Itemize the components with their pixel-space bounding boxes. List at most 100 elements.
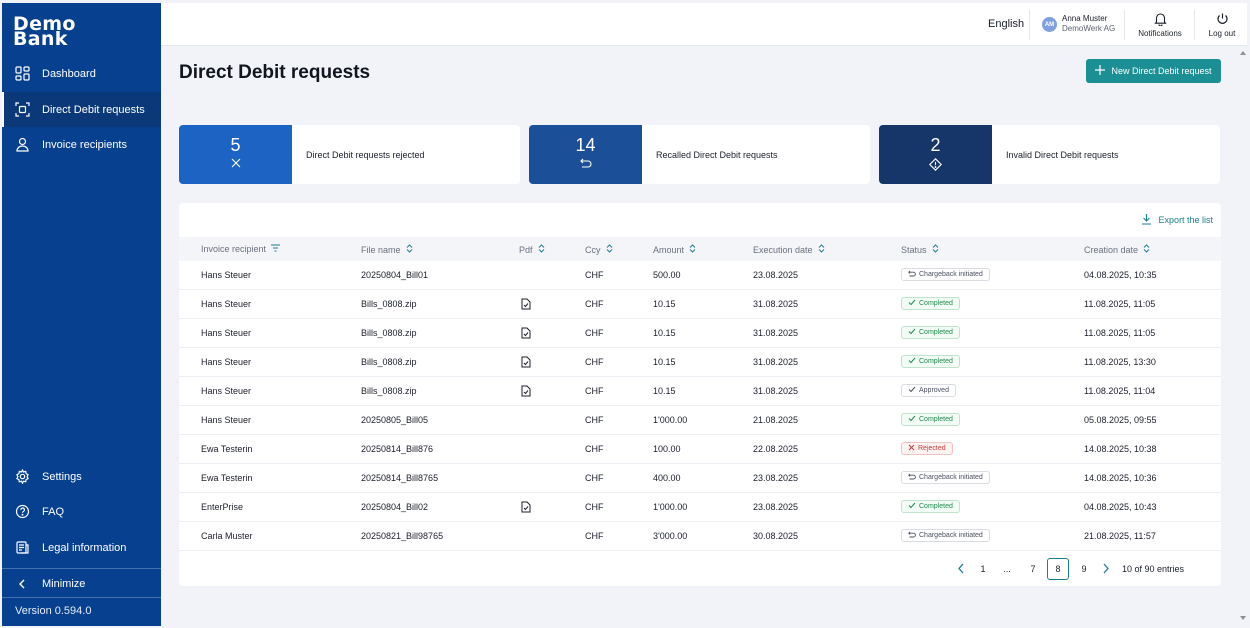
sidebar-item-faq[interactable]: FAQ [2,494,161,529]
cell-file-name: 20250804_Bill01 [361,270,429,280]
sort-icon[interactable] [1143,244,1150,255]
export-list-button[interactable]: Export the list [1141,213,1213,227]
sidebar-item-invoice-recipients[interactable]: Invoice recipients [2,127,161,162]
check-icon [908,328,916,337]
column-header-creation-date[interactable]: Creation date [1084,244,1150,255]
avatar[interactable]: AM [1042,17,1057,32]
chevron-right-icon [1102,563,1110,576]
new-direct-debit-request-button[interactable]: New Direct Debit request [1086,59,1221,83]
page-9-button[interactable]: 9 [1073,558,1095,580]
sidebar-item-dashboard[interactable]: Dashboard [2,56,161,91]
column-header-pdf[interactable]: Pdf [519,244,545,255]
status-label: Completed [919,329,953,336]
cell-invoice-recipient: Hans Steuer [201,299,252,309]
column-header-status[interactable]: Status [901,244,939,255]
check-icon [908,386,916,395]
cell-execution-date: 31.08.2025 [753,386,799,396]
person-icon [14,137,30,153]
scrollbar-arrows-icon [1240,51,1246,620]
sort-icon[interactable] [538,244,545,255]
table-row[interactable]: Hans Steuer 20250805_Bill05 CHF 1'000.00 21.… [179,406,1221,435]
new-button-label: New Direct Debit request [1111,66,1212,76]
stat-count-box: 5 [179,125,292,184]
status-label: Completed [919,503,953,510]
sidebar-item-legal-information[interactable]: Legal information [2,530,161,565]
filter-icon[interactable] [271,244,281,254]
top-bar: English AM Anna Muster DemoWerk AG Notif… [161,3,1247,46]
table-row[interactable]: Ewa Testerin 20250814_Bill8765 CHF 400.00 23… [179,464,1221,493]
page-7-button[interactable]: 7 [1022,558,1044,580]
status-label: Completed [919,358,953,365]
sort-icon[interactable] [406,244,413,255]
stat-count: 14 [575,135,596,155]
column-header-invoice-recipient[interactable]: Invoice recipient [201,244,281,254]
table-row[interactable]: Hans Steuer 20250804_Bill01 CHF 500.00 23.08… [179,261,1221,290]
cell-execution-date: 31.08.2025 [753,357,799,367]
cell-creation-date: 05.08.2025, 09:55 [1084,415,1157,425]
page-scrollbar[interactable] [1239,46,1247,626]
column-header-execution-date[interactable]: Execution date [753,244,825,255]
status-label: Chargeback initiated [919,474,983,481]
column-header-file-name[interactable]: File name [361,244,413,255]
cell-creation-date: 11.08.2025, 11:05 [1084,299,1156,309]
sidebar-item-label: Invoice recipients [42,138,127,151]
sort-icon[interactable] [606,244,613,255]
stat-card-rejected[interactable]: 5 Direct Debit requests rejected [179,125,520,184]
table-row[interactable]: Hans Steuer Bills_0808.zip CHF 10.15 31.08.2… [179,319,1221,348]
sidebar-item-settings[interactable]: Settings [2,459,161,494]
document-icon [14,540,30,556]
user-name[interactable]: Anna Muster [1062,14,1107,23]
next-page-button[interactable] [1095,558,1117,580]
pdf-file-icon[interactable] [521,297,531,315]
stat-card-invalid[interactable]: 2 Invalid Direct Debit requests [879,125,1220,184]
table-row[interactable]: Hans Steuer Bills_0808.zip CHF 10.15 31.08.2… [179,290,1221,319]
status-label: Approved [919,387,949,394]
cell-file-name: 20250804_Bill02 [361,502,429,512]
cell-ccy: CHF [585,502,604,512]
pdf-file-icon[interactable] [521,500,531,518]
sidebar-item-direct-debit-requests[interactable]: Direct Debit requests [2,92,161,127]
page-1-button[interactable]: 1 [972,558,994,580]
table-row[interactable]: Hans Steuer Bills_0808.zip CHF 10.15 31.08.2… [179,377,1221,406]
table-row[interactable]: Hans Steuer Bills_0808.zip CHF 10.15 31.08.2… [179,348,1221,377]
sidebar-minimize-button[interactable]: Minimize [2,568,161,600]
column-header-ccy[interactable]: Ccy [585,244,613,255]
help-icon [14,504,30,520]
stat-count: 5 [230,135,241,155]
status-badge: Chargeback initiated [901,471,990,484]
previous-page-button[interactable] [950,558,972,580]
cell-creation-date: 04.08.2025, 10:43 [1084,502,1157,512]
column-header-amount[interactable]: Amount [653,244,696,255]
table-row[interactable]: Ewa Testerin 20250814_Bill876 CHF 100.00 22.… [179,435,1221,464]
status-badge: Completed [901,326,960,339]
notifications-button[interactable]: Notifications [1134,11,1186,41]
divider [1194,10,1195,40]
table-row[interactable]: EnterPrise 20250804_Bill02 CHF 1'000.00 23.0… [179,493,1221,522]
gear-icon [14,469,30,485]
language-selector[interactable]: English [988,18,1024,30]
export-label: Export the list [1158,215,1213,225]
logout-button[interactable]: Log out [1196,11,1248,41]
brand-logo[interactable]: Demo Bank [13,15,76,49]
sort-icon[interactable] [932,244,939,255]
undo-icon [529,158,642,168]
cell-execution-date: 31.08.2025 [753,328,799,338]
page-8-button-current[interactable]: 8 [1047,558,1069,580]
pagination: 1 ... 7 8 9 10 of 90 entries [950,558,1221,580]
check-icon [908,502,916,511]
cell-ccy: CHF [585,473,604,483]
cell-ccy: CHF [585,386,604,396]
pdf-file-icon[interactable] [521,355,531,373]
sidebar-item-label: Dashboard [42,67,96,80]
stat-card-recalled[interactable]: 14 Recalled Direct Debit requests [529,125,870,184]
sort-icon[interactable] [689,244,696,255]
table-row[interactable]: Carla Muster 20250821_Bill98765 CHF 3'000.0… [179,522,1221,551]
pdf-file-icon[interactable] [521,384,531,402]
sort-icon[interactable] [818,244,825,255]
cell-invoice-recipient: Carla Muster [201,531,253,541]
minimize-label: Minimize [42,578,86,590]
page-title: Direct Debit requests [179,62,371,83]
pdf-file-icon[interactable] [521,326,531,344]
cell-amount: 3'000.00 [653,531,688,541]
cell-execution-date: 23.08.2025 [753,473,799,483]
